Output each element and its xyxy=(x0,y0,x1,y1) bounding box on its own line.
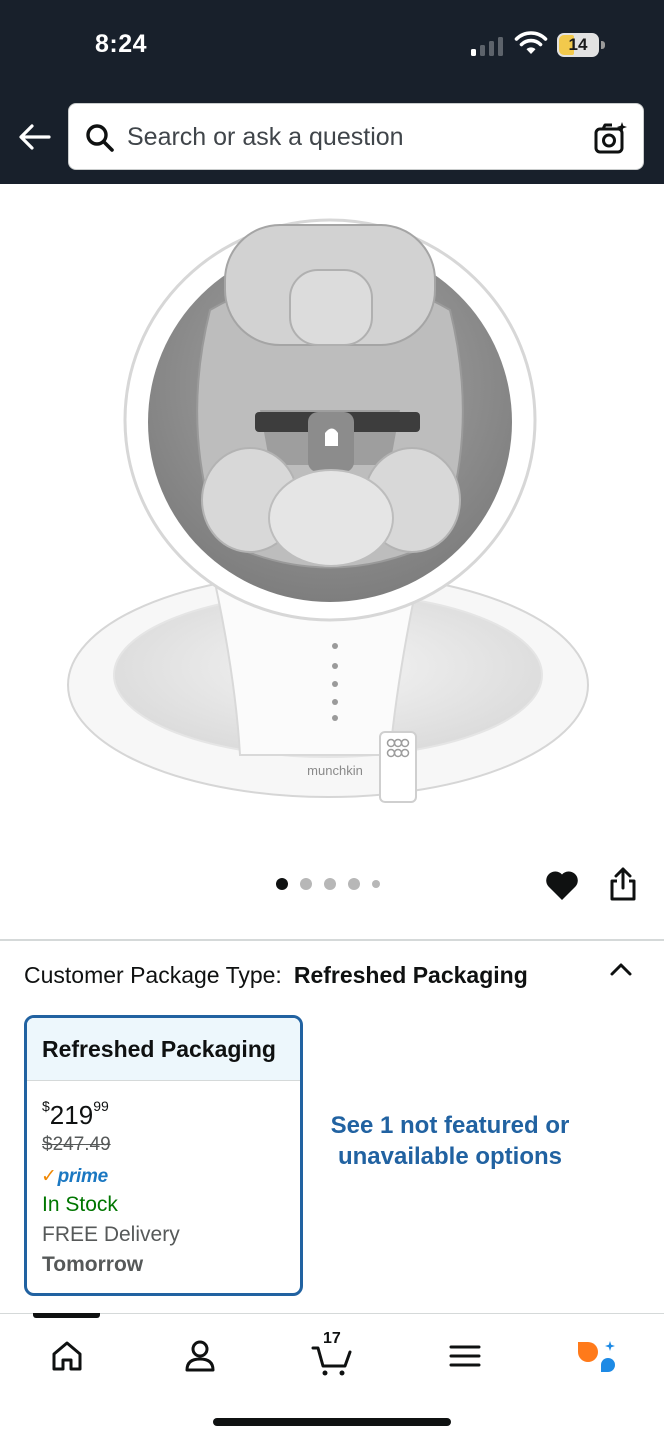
option-price: $21999 xyxy=(42,1098,109,1130)
status-time: 8:24 xyxy=(95,30,148,58)
wifi-icon xyxy=(514,31,548,54)
tab-home[interactable] xyxy=(45,1334,89,1378)
option-card-title: Refreshed Packaging xyxy=(27,1018,300,1081)
image-carousel-dots[interactable] xyxy=(276,877,380,891)
menu-icon xyxy=(449,1345,481,1367)
unavailable-options-link[interactable]: See 1 not featured or unavailable option… xyxy=(330,1110,570,1172)
carousel-dot[interactable] xyxy=(372,880,380,888)
prime-badge: ✓prime xyxy=(41,1166,108,1187)
carousel-dot[interactable] xyxy=(348,878,360,890)
delivery-info: FREE Delivery xyxy=(42,1223,180,1246)
active-tab-indicator xyxy=(33,1313,100,1318)
stock-status: In Stock xyxy=(42,1193,118,1216)
variant-option-card[interactable]: Refreshed Packaging $21999 $247.49 ✓prim… xyxy=(24,1015,303,1296)
home-icon xyxy=(52,1341,82,1371)
tab-rufus[interactable] xyxy=(574,1334,618,1378)
battery-indicator: 14 xyxy=(557,33,605,57)
search-icon xyxy=(86,124,114,152)
battery-level: 14 xyxy=(568,35,588,54)
variant-selector-row[interactable]: Customer Package Type: Refreshed Packagin… xyxy=(24,962,528,989)
visual-search-camera-icon[interactable] xyxy=(593,120,629,156)
cart-count-badge: 17 xyxy=(323,1330,341,1347)
back-arrow-icon[interactable] xyxy=(16,118,54,156)
search-bar[interactable] xyxy=(68,103,644,170)
tab-menu[interactable] xyxy=(443,1334,487,1378)
carousel-dot[interactable] xyxy=(276,878,288,890)
variant-selected-value: Refreshed Packaging xyxy=(293,962,528,988)
product-image[interactable]: munchkin xyxy=(60,200,600,820)
home-indicator-bar xyxy=(213,1418,451,1426)
carousel-dot[interactable] xyxy=(300,878,312,890)
app-header: 8:24 14 xyxy=(0,0,664,184)
prime-check-icon: ✓ xyxy=(41,1166,57,1187)
delivery-date: Tomorrow xyxy=(42,1253,144,1276)
rufus-icon xyxy=(578,1341,615,1372)
option-list-price: $247.49 xyxy=(42,1134,111,1155)
chevron-up-icon[interactable] xyxy=(608,958,634,980)
share-icon[interactable] xyxy=(607,866,639,902)
product-brand-text: munchkin xyxy=(307,763,363,778)
search-input[interactable] xyxy=(127,118,567,156)
carousel-dot[interactable] xyxy=(324,878,336,890)
section-divider xyxy=(0,939,664,941)
tab-account[interactable] xyxy=(178,1334,222,1378)
variant-label: Customer Package Type: xyxy=(24,962,282,988)
heart-icon[interactable] xyxy=(544,868,580,902)
cellular-signal-icon xyxy=(471,37,503,56)
account-icon xyxy=(185,1340,215,1372)
